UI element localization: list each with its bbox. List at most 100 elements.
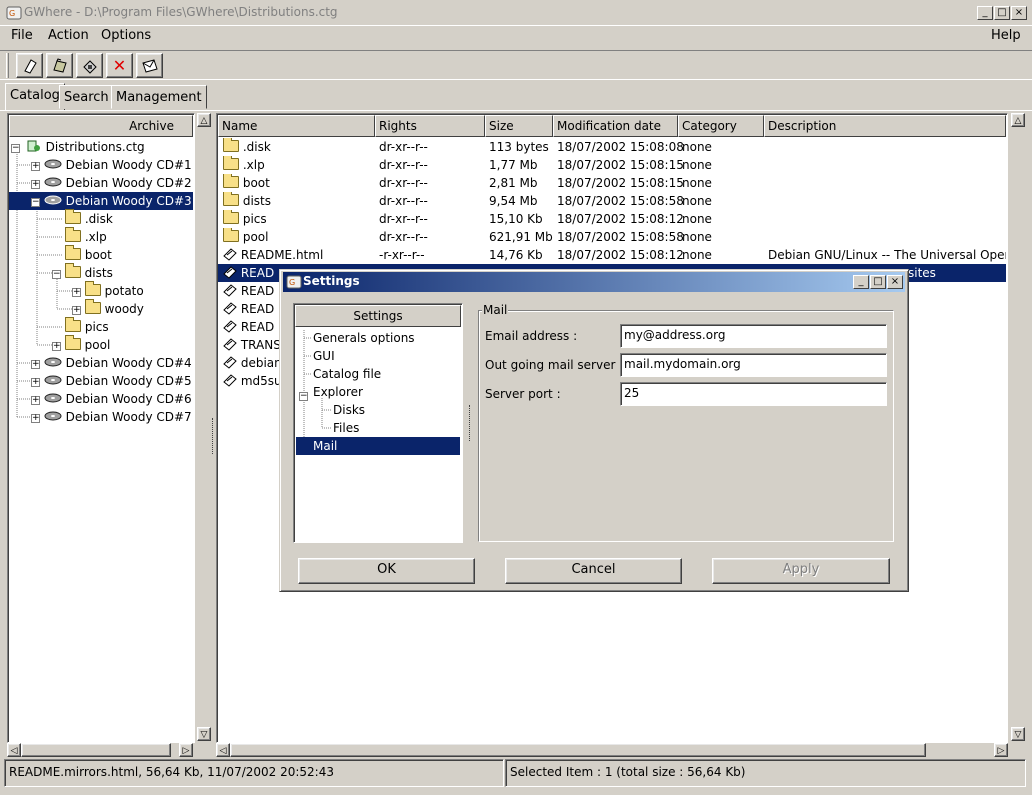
collapse-icon[interactable]: − xyxy=(52,270,61,279)
scroll-right-icon[interactable]: ▷ xyxy=(179,743,193,757)
open-catalog-button[interactable] xyxy=(46,53,73,78)
collapse-icon[interactable]: − xyxy=(11,144,20,153)
column-header-name[interactable]: Name xyxy=(218,115,375,137)
settings-item-catalog-file[interactable]: Catalog file xyxy=(313,365,381,383)
tree-item-label: potato xyxy=(104,284,144,298)
menu-options[interactable]: Options xyxy=(101,28,151,43)
tab-search[interactable]: Search xyxy=(59,85,114,109)
expand-icon[interactable]: + xyxy=(31,396,40,405)
scroll-up-icon[interactable]: △ xyxy=(1011,113,1025,127)
settings-item-mail[interactable]: Mail xyxy=(313,437,337,455)
settings-item-general[interactable]: Generals options xyxy=(313,329,415,347)
mail-button[interactable] xyxy=(136,53,163,78)
save-catalog-button[interactable] xyxy=(76,53,103,78)
tree-item-cd1[interactable]: + Debian Woody CD#1 xyxy=(31,156,192,174)
server-port-field[interactable]: 25 xyxy=(620,382,887,406)
collapse-icon[interactable]: − xyxy=(31,198,40,207)
list-hscrollbar[interactable]: ◁ ▷ xyxy=(216,743,1008,757)
tab-management[interactable]: Management xyxy=(111,85,207,109)
expand-icon[interactable]: + xyxy=(72,306,81,315)
table-row[interactable]: dists dr-xr--r-- 9,54 Mb 18/07/2002 15:0… xyxy=(218,192,1006,210)
folder-icon xyxy=(84,299,101,314)
settings-item-gui[interactable]: GUI xyxy=(313,347,335,365)
splitter-handle[interactable] xyxy=(212,418,215,454)
scroll-down-icon[interactable]: ▽ xyxy=(1011,727,1025,741)
scroll-thumb[interactable] xyxy=(230,743,926,757)
maximize-button[interactable]: □ xyxy=(994,6,1010,20)
cell-name: boot xyxy=(242,176,270,190)
new-catalog-button[interactable] xyxy=(16,53,43,78)
dialog-splitter-handle[interactable] xyxy=(469,405,472,441)
table-row[interactable]: pool dr-xr--r-- 621,91 Mb 18/07/2002 15:… xyxy=(218,228,1006,246)
tree-item-xlp[interactable]: .xlp xyxy=(65,227,107,246)
expand-icon[interactable]: + xyxy=(72,288,81,297)
cell-date: 18/07/2002 15:08:15 xyxy=(557,176,684,190)
tree-item-woody[interactable]: + woody xyxy=(72,299,144,318)
tree-item-cd2[interactable]: + Debian Woody CD#2 xyxy=(31,174,192,192)
tree-item-pool[interactable]: + pool xyxy=(52,335,110,354)
column-header-description[interactable]: Description xyxy=(764,115,1006,137)
settings-item-disks[interactable]: Disks xyxy=(333,401,365,419)
tree-item-potato[interactable]: + potato xyxy=(72,281,144,300)
settings-explorer-collapse-icon[interactable]: − xyxy=(299,388,308,402)
column-header-date[interactable]: Modification date xyxy=(553,115,678,137)
column-header-size[interactable]: Size xyxy=(485,115,553,137)
tree-item-cd3-content[interactable]: − Debian Woody CD#3 xyxy=(31,192,192,210)
mail-server-field[interactable]: mail.mydomain.org xyxy=(620,353,887,377)
tree-item-dists[interactable]: − dists xyxy=(52,263,113,282)
scroll-down-icon[interactable]: ▽ xyxy=(197,727,211,741)
column-header-rights[interactable]: Rights xyxy=(375,115,485,137)
ok-button[interactable]: OK xyxy=(298,558,475,584)
cancel-button[interactable]: Cancel xyxy=(505,558,682,584)
settings-tree-header[interactable]: Settings xyxy=(295,305,461,327)
tree-item-cd5[interactable]: + Debian Woody CD#5 xyxy=(31,372,192,390)
expand-icon[interactable]: + xyxy=(31,360,40,369)
close-catalog-button[interactable]: ✕ xyxy=(106,53,133,78)
archive-column-header[interactable]: Archive xyxy=(9,115,193,137)
scroll-left-icon[interactable]: ◁ xyxy=(216,743,230,757)
table-row[interactable]: .disk dr-xr--r-- 113 bytes 18/07/2002 15… xyxy=(218,138,1006,156)
cell-date: 18/07/2002 15:08:58 xyxy=(557,230,684,244)
tree-root[interactable]: − Distributions.ctg xyxy=(11,138,145,156)
scroll-left-icon[interactable]: ◁ xyxy=(7,743,21,757)
table-row[interactable]: pics dr-xr--r-- 15,10 Kb 18/07/2002 15:0… xyxy=(218,210,1006,228)
expand-icon[interactable]: + xyxy=(31,180,40,189)
menu-action[interactable]: Action xyxy=(48,28,89,43)
scroll-up-icon[interactable]: △ xyxy=(197,113,211,127)
tree-hscrollbar[interactable]: ◁ ▷ xyxy=(7,743,195,757)
scroll-right-icon[interactable]: ▷ xyxy=(994,743,1008,757)
close-window-button[interactable]: × xyxy=(1011,6,1027,20)
table-row[interactable]: .xlp dr-xr--r-- 1,77 Mb 18/07/2002 15:08… xyxy=(218,156,1006,174)
expand-icon[interactable]: + xyxy=(31,162,40,171)
apply-button[interactable]: Apply xyxy=(712,558,890,584)
expand-icon[interactable]: + xyxy=(31,378,40,387)
list-vscrollbar[interactable]: △ ▽ xyxy=(1010,113,1026,743)
toolbar-grip[interactable] xyxy=(6,53,9,78)
table-row[interactable]: README.html -r-xr--r-- 14,76 Kb 18/07/20… xyxy=(218,246,1006,264)
expand-icon[interactable]: + xyxy=(31,414,40,423)
tree-item-boot[interactable]: boot xyxy=(65,245,112,264)
menu-file[interactable]: File xyxy=(11,28,33,43)
settings-item-files[interactable]: Files xyxy=(333,419,359,437)
minimize-button[interactable]: _ xyxy=(977,6,993,20)
settings-item-explorer[interactable]: Explorer xyxy=(313,383,363,401)
tree-item-disk[interactable]: .disk xyxy=(65,209,113,228)
email-field[interactable]: my@address.org xyxy=(620,324,887,348)
column-header-category[interactable]: Category xyxy=(678,115,764,137)
tree-item-pics[interactable]: pics xyxy=(65,317,109,336)
table-row[interactable]: boot dr-xr--r-- 2,81 Mb 18/07/2002 15:08… xyxy=(218,174,1006,192)
dialog-close-button[interactable]: × xyxy=(887,275,903,289)
dialog-minimize-button[interactable]: _ xyxy=(853,275,869,289)
cdrom-icon xyxy=(44,411,62,421)
tree-item-cd6[interactable]: + Debian Woody CD#6 xyxy=(31,390,192,408)
dialog-titlebar[interactable] xyxy=(283,272,905,292)
tree-vscrollbar[interactable]: △ ▽ xyxy=(196,113,212,743)
tree-item-cd4[interactable]: + Debian Woody CD#4 xyxy=(31,354,192,372)
tree-item-cd7[interactable]: + Debian Woody CD#7 xyxy=(31,408,192,426)
scroll-thumb[interactable] xyxy=(21,743,171,757)
dialog-maximize-button[interactable]: □ xyxy=(870,275,886,289)
tree-item-label: dists xyxy=(84,266,113,280)
expand-icon[interactable]: + xyxy=(52,342,61,351)
menu-help[interactable]: Help xyxy=(991,28,1021,43)
tab-catalog[interactable]: Catalog xyxy=(5,83,65,111)
